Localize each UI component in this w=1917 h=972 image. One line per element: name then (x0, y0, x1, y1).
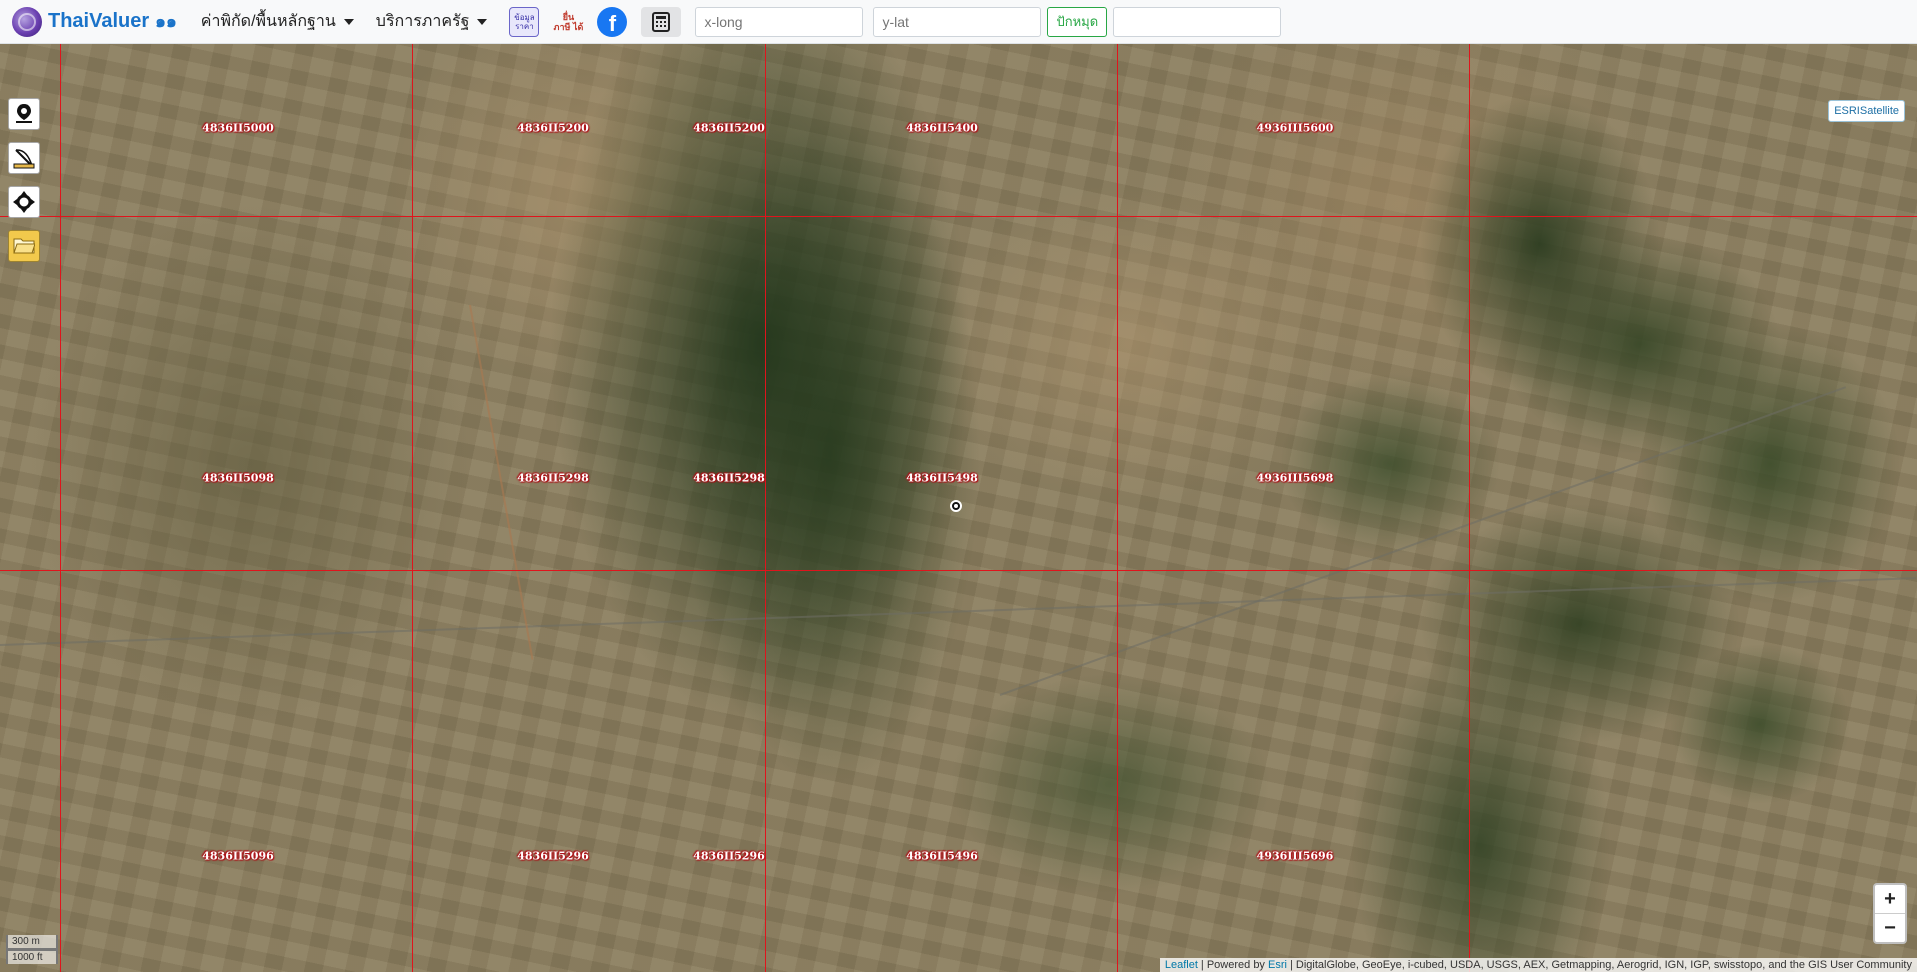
brand-suffix: ๑๑ (155, 12, 177, 31)
zoom-in-button[interactable]: + (1875, 885, 1905, 914)
price-data-icon[interactable]: ข้อมูล ราคา (509, 6, 540, 37)
grid-line (0, 216, 1917, 217)
chevron-down-icon (477, 18, 488, 25)
sheet-label: 4836II5298 (517, 471, 589, 485)
sheet-label: 4836II5400 (906, 121, 978, 135)
sheet-label: 4836II5096 (202, 849, 274, 863)
nav-menu: ค่าพิกัด/พื้นหลักฐาน บริการภาครัฐ ข้อมูล… (201, 6, 1282, 37)
grid-line (0, 570, 1917, 571)
calculator-icon (652, 11, 671, 32)
result-field[interactable] (1113, 6, 1282, 37)
brand[interactable]: ThaiValuer ๑๑ (12, 6, 177, 37)
top-navbar: ThaiValuer ๑๑ ค่าพิกัด/พื้นหลักฐาน บริกา… (0, 0, 1917, 44)
globe-logo-icon (12, 6, 42, 37)
sheet-label: 4836II5200 (693, 121, 765, 135)
facebook-icon: f (597, 6, 628, 37)
leaflet-link[interactable]: Leaflet (1165, 959, 1198, 971)
sheet-label: 4836II5000 (202, 121, 274, 135)
tax-filing-icon[interactable]: ยื่น ภาษี ได้ (553, 7, 584, 37)
menu-gov-services-dropdown[interactable]: บริการภาครัฐ (376, 9, 488, 34)
sheet-label: 4936III5600 (1256, 121, 1334, 135)
sheet-label: 4836II5298 (693, 471, 765, 485)
menu-coordinates-dropdown[interactable]: ค่าพิกัด/พื้นหลักฐาน (201, 9, 354, 34)
zoom-control: + − (1873, 883, 1907, 944)
road (0, 577, 1916, 646)
grid-line (1469, 44, 1470, 972)
folder-icon (13, 238, 35, 254)
sheet-label: 4836II5098 (202, 471, 274, 485)
sheet-label: 4836II5296 (517, 849, 589, 863)
location-pin-tool[interactable] (8, 98, 40, 130)
grid-line (765, 44, 766, 972)
map-toolbar (8, 98, 40, 274)
crosshair-icon (13, 191, 35, 213)
scale-imperial: 1000 ft (6, 949, 58, 964)
location-marker[interactable] (950, 500, 962, 512)
sheet-label: 4936III5698 (1256, 471, 1334, 485)
scale-metric: 300 m (6, 935, 58, 950)
sheet-label: 4836II5496 (906, 849, 978, 863)
road (999, 386, 1847, 696)
grid-line (1117, 44, 1118, 972)
measure-tool[interactable] (8, 142, 40, 174)
calculator-button[interactable] (641, 6, 682, 37)
x-long-input[interactable] (695, 6, 864, 37)
esri-link[interactable]: Esri (1268, 959, 1287, 971)
sheet-label: 4836II5200 (517, 121, 589, 135)
sheet-label: 4836II5498 (906, 471, 978, 485)
y-lat-input[interactable] (873, 6, 1042, 37)
map-pin-icon (16, 104, 32, 123)
chevron-down-icon (343, 18, 354, 25)
grid-line (412, 44, 413, 972)
open-file-tool[interactable] (8, 230, 40, 262)
scale-bar: 300 m 1000 ft (6, 935, 58, 964)
locate-tool[interactable] (8, 186, 40, 218)
grid-line (60, 44, 61, 972)
sheet-label: 4836II5296 (693, 849, 765, 863)
basemap-layer-switch[interactable]: ESRISatellite (1828, 100, 1905, 122)
sheet-label: 4936III5696 (1256, 849, 1334, 863)
menu-gov-services-label: บริการภาครัฐ (375, 13, 470, 30)
brand-name: ThaiValuer (48, 10, 150, 32)
satellite-map[interactable]: 4836II5000 4836II5200 4836II5200 4836II5400… (0, 44, 1917, 972)
ruler-icon (13, 149, 35, 169)
map-attribution: Leaflet | Powered by Esri | DigitalGlobe… (1159, 958, 1917, 972)
menu-coordinates-label: ค่าพิกัด/พื้นหลักฐาน (200, 13, 336, 30)
facebook-link[interactable]: f (597, 6, 628, 37)
pin-button[interactable]: ปักหมุด (1047, 6, 1108, 37)
zoom-out-button[interactable]: − (1875, 914, 1905, 942)
